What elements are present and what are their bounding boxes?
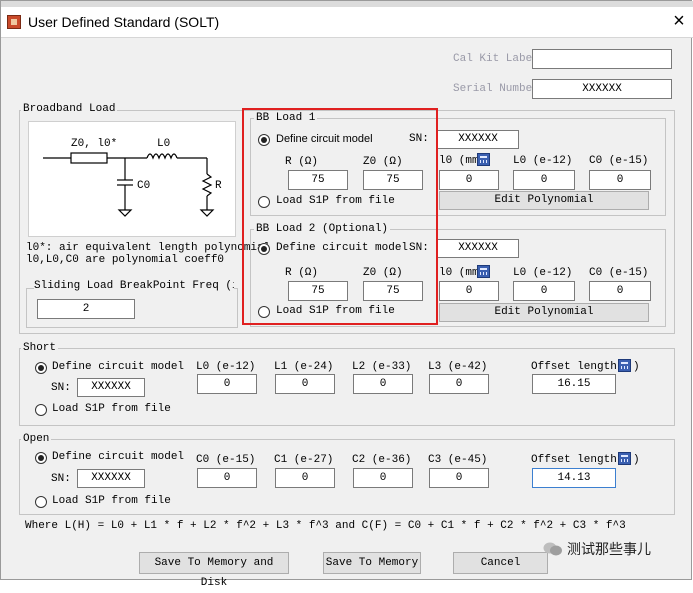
bb-load2-calculator-icon[interactable] xyxy=(477,265,490,278)
bb-load1-L0-input[interactable]: 0 xyxy=(513,170,575,190)
serial-number-caption: Serial Number xyxy=(453,83,539,95)
wechat-icon xyxy=(543,542,562,556)
window-title: User Defined Standard (SOLT) xyxy=(28,14,220,30)
bb-load1-c0-input[interactable]: 0 xyxy=(589,170,651,190)
broadband-load-title: Broadband Load xyxy=(21,103,118,115)
close-icon[interactable]: × xyxy=(667,9,691,33)
bb-load1-l0-input[interactable]: 0 xyxy=(439,170,499,190)
open-coeff-3-label: C3 (e-45) xyxy=(428,454,488,466)
sliding-load-input[interactable]: 2 xyxy=(37,299,135,319)
diagram-r-label: R xyxy=(215,180,222,192)
short-coeff-3-label: L3 (e-42) xyxy=(428,361,488,373)
serial-number-input[interactable]: XXXXXX xyxy=(532,79,672,99)
open-coeff-1-input[interactable]: 0 xyxy=(275,468,335,488)
open-offset-label: Offset length xyxy=(531,454,617,466)
short-coeff-2-label: L2 (e-33) xyxy=(352,361,412,373)
highlight-box xyxy=(242,108,438,325)
circuit-diagram: Z0, l0* L0 C0 R xyxy=(28,121,236,237)
diagram-z0-label: Z0, l0* xyxy=(71,138,118,150)
short-offset-input[interactable]: 16.15 xyxy=(532,374,616,394)
open-title: Open xyxy=(21,433,52,445)
open-sn-input[interactable]: XXXXXX xyxy=(77,469,145,488)
diagram-c0-label: C0 xyxy=(137,180,151,192)
bb-load2-L0-input[interactable]: 0 xyxy=(513,281,575,301)
bb-load2-edit-polynomial-button[interactable]: Edit Polynomial xyxy=(439,303,649,322)
short-offset-paren: ) xyxy=(633,361,640,373)
short-coeff-0-label: L0 (e-12) xyxy=(196,361,256,373)
open-offset-paren: ) xyxy=(633,454,640,466)
short-define-radio[interactable] xyxy=(35,362,47,374)
short-coeff-1-label: L1 (e-24) xyxy=(274,361,334,373)
short-coeff-1-input[interactable]: 0 xyxy=(275,374,335,394)
open-coeff-0-input[interactable]: 0 xyxy=(197,468,257,488)
open-sn-label: SN: xyxy=(51,473,71,485)
open-file-radio[interactable] xyxy=(35,496,47,508)
bb-load1-L0-label: L0 (e-12) xyxy=(513,155,573,167)
short-coeff-3-input[interactable]: 0 xyxy=(429,374,489,394)
cal-kit-label-caption: Cal Kit Label xyxy=(453,53,539,65)
open-offset-input[interactable]: 14.13 xyxy=(532,468,616,488)
short-title: Short xyxy=(21,342,59,354)
save-memory-disk-button[interactable]: Save To Memory and Disk xyxy=(139,552,289,589)
bb-load1-sn-input[interactable]: XXXXXX xyxy=(437,130,519,149)
open-coeff-3-input[interactable]: 0 xyxy=(429,468,489,488)
open-define-label: Define circuit model xyxy=(52,451,185,463)
short-file-radio[interactable] xyxy=(35,404,47,416)
watermark-text: 测试那些事儿 xyxy=(567,542,651,558)
broadband-note-line1: l0*: air equivalent length polynomial xyxy=(26,242,271,254)
short-calculator-icon[interactable] xyxy=(618,359,631,372)
sliding-load-label: Sliding Load BreakPoint Freq (in GHz) xyxy=(34,280,234,292)
user-defined-standard-dialog: User Defined Standard (SOLT) × Cal Kit L… xyxy=(0,0,693,589)
open-coeff-1-label: C1 (e-27) xyxy=(274,454,334,466)
short-offset-label: Offset length xyxy=(531,361,617,373)
bb-load2-sn-input[interactable]: XXXXXX xyxy=(437,239,519,258)
bb-load2-L0-label: L0 (e-12) xyxy=(513,267,573,279)
short-define-label: Define circuit model xyxy=(52,361,185,373)
bb-load1-edit-polynomial-button[interactable]: Edit Polynomial xyxy=(439,191,649,210)
circuit-schematic-icon xyxy=(43,152,215,217)
open-calculator-icon[interactable] xyxy=(618,452,631,465)
open-define-radio[interactable] xyxy=(35,452,47,464)
bb-load2-c0-label: C0 (e-15) xyxy=(589,267,649,279)
cal-kit-label-input[interactable] xyxy=(532,49,672,69)
save-memory-button[interactable]: Save To Memory xyxy=(323,552,421,574)
open-coeff-2-label: C2 (e-36) xyxy=(352,454,412,466)
bb-load2-l0-input[interactable]: 0 xyxy=(439,281,499,301)
short-sn-label: SN: xyxy=(51,382,71,394)
diagram-l0-label: L0 xyxy=(157,138,171,150)
short-coeff-0-input[interactable]: 0 xyxy=(197,374,257,394)
bb-load1-calculator-icon[interactable] xyxy=(477,153,490,166)
cancel-button[interactable]: Cancel xyxy=(453,552,548,574)
title-bar: User Defined Standard (SOLT) × xyxy=(1,7,693,38)
broadband-note-line2: l0,L0,C0 are polynomial coeff0 xyxy=(26,254,225,266)
app-icon xyxy=(7,15,21,29)
open-coeff-0-label: C0 (e-15) xyxy=(196,454,256,466)
bb-load2-c0-input[interactable]: 0 xyxy=(589,281,651,301)
short-coeff-2-input[interactable]: 0 xyxy=(353,374,413,394)
open-coeff-2-input[interactable]: 0 xyxy=(353,468,413,488)
short-sn-input[interactable]: XXXXXX xyxy=(77,378,145,397)
formula-text: Where L(H) = L0 + L1 * f + L2 * f^2 + L3… xyxy=(25,520,626,532)
short-file-label: Load S1P from file xyxy=(52,403,171,415)
bb-load1-c0-label: C0 (e-15) xyxy=(589,155,649,167)
open-file-label: Load S1P from file xyxy=(52,495,171,507)
